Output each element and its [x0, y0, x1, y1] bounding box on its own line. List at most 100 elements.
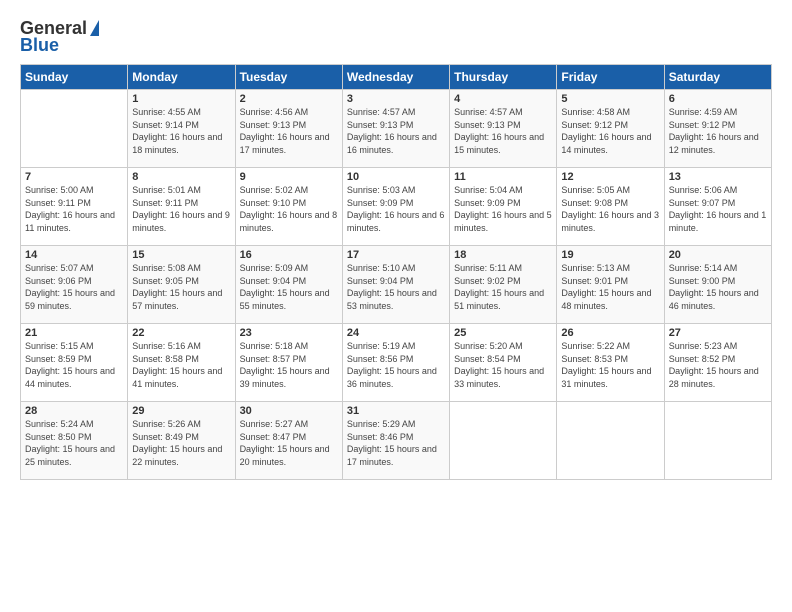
day-header-wednesday: Wednesday: [342, 65, 449, 90]
day-header-saturday: Saturday: [664, 65, 771, 90]
day-number: 7: [25, 171, 123, 183]
day-number: 16: [240, 249, 338, 261]
calendar-cell: [21, 90, 128, 168]
day-number: 3: [347, 93, 445, 105]
day-info: Sunrise: 5:08 AMSunset: 9:05 PMDaylight:…: [132, 262, 230, 312]
day-info: Sunrise: 5:11 AMSunset: 9:02 PMDaylight:…: [454, 262, 552, 312]
calendar-cell: 10Sunrise: 5:03 AMSunset: 9:09 PMDayligh…: [342, 168, 449, 246]
day-info: Sunrise: 5:22 AMSunset: 8:53 PMDaylight:…: [561, 340, 659, 390]
day-info: Sunrise: 4:57 AMSunset: 9:13 PMDaylight:…: [347, 106, 445, 156]
day-info: Sunrise: 5:01 AMSunset: 9:11 PMDaylight:…: [132, 184, 230, 234]
logo-triangle-icon: [90, 20, 99, 36]
day-info: Sunrise: 5:04 AMSunset: 9:09 PMDaylight:…: [454, 184, 552, 234]
calendar-cell: 11Sunrise: 5:04 AMSunset: 9:09 PMDayligh…: [450, 168, 557, 246]
day-number: 20: [669, 249, 767, 261]
calendar-cell: 29Sunrise: 5:26 AMSunset: 8:49 PMDayligh…: [128, 402, 235, 480]
day-number: 26: [561, 327, 659, 339]
day-number: 22: [132, 327, 230, 339]
calendar-cell: 6Sunrise: 4:59 AMSunset: 9:12 PMDaylight…: [664, 90, 771, 168]
day-number: 24: [347, 327, 445, 339]
calendar-cell: 30Sunrise: 5:27 AMSunset: 8:47 PMDayligh…: [235, 402, 342, 480]
day-number: 14: [25, 249, 123, 261]
calendar-cell: 20Sunrise: 5:14 AMSunset: 9:00 PMDayligh…: [664, 246, 771, 324]
day-number: 29: [132, 405, 230, 417]
day-info: Sunrise: 5:10 AMSunset: 9:04 PMDaylight:…: [347, 262, 445, 312]
calendar-cell: 25Sunrise: 5:20 AMSunset: 8:54 PMDayligh…: [450, 324, 557, 402]
day-info: Sunrise: 5:23 AMSunset: 8:52 PMDaylight:…: [669, 340, 767, 390]
day-info: Sunrise: 4:58 AMSunset: 9:12 PMDaylight:…: [561, 106, 659, 156]
logo: General Blue: [20, 18, 99, 56]
calendar-cell: 16Sunrise: 5:09 AMSunset: 9:04 PMDayligh…: [235, 246, 342, 324]
day-info: Sunrise: 5:29 AMSunset: 8:46 PMDaylight:…: [347, 418, 445, 468]
calendar-cell: 1Sunrise: 4:55 AMSunset: 9:14 PMDaylight…: [128, 90, 235, 168]
calendar-cell: 12Sunrise: 5:05 AMSunset: 9:08 PMDayligh…: [557, 168, 664, 246]
calendar-table: SundayMondayTuesdayWednesdayThursdayFrid…: [20, 64, 772, 480]
day-info: Sunrise: 5:09 AMSunset: 9:04 PMDaylight:…: [240, 262, 338, 312]
calendar-cell: [557, 402, 664, 480]
day-info: Sunrise: 5:26 AMSunset: 8:49 PMDaylight:…: [132, 418, 230, 468]
day-info: Sunrise: 4:56 AMSunset: 9:13 PMDaylight:…: [240, 106, 338, 156]
day-number: 25: [454, 327, 552, 339]
calendar-cell: 2Sunrise: 4:56 AMSunset: 9:13 PMDaylight…: [235, 90, 342, 168]
day-info: Sunrise: 5:05 AMSunset: 9:08 PMDaylight:…: [561, 184, 659, 234]
logo-blue: Blue: [20, 35, 59, 56]
day-number: 6: [669, 93, 767, 105]
day-number: 13: [669, 171, 767, 183]
day-number: 8: [132, 171, 230, 183]
day-info: Sunrise: 5:18 AMSunset: 8:57 PMDaylight:…: [240, 340, 338, 390]
calendar-cell: 19Sunrise: 5:13 AMSunset: 9:01 PMDayligh…: [557, 246, 664, 324]
week-row-2: 7Sunrise: 5:00 AMSunset: 9:11 PMDaylight…: [21, 168, 772, 246]
day-info: Sunrise: 4:57 AMSunset: 9:13 PMDaylight:…: [454, 106, 552, 156]
calendar-cell: 24Sunrise: 5:19 AMSunset: 8:56 PMDayligh…: [342, 324, 449, 402]
calendar-cell: 15Sunrise: 5:08 AMSunset: 9:05 PMDayligh…: [128, 246, 235, 324]
day-header-thursday: Thursday: [450, 65, 557, 90]
calendar-cell: 22Sunrise: 5:16 AMSunset: 8:58 PMDayligh…: [128, 324, 235, 402]
day-info: Sunrise: 5:19 AMSunset: 8:56 PMDaylight:…: [347, 340, 445, 390]
calendar-cell: 21Sunrise: 5:15 AMSunset: 8:59 PMDayligh…: [21, 324, 128, 402]
day-number: 17: [347, 249, 445, 261]
calendar-cell: 9Sunrise: 5:02 AMSunset: 9:10 PMDaylight…: [235, 168, 342, 246]
week-row-5: 28Sunrise: 5:24 AMSunset: 8:50 PMDayligh…: [21, 402, 772, 480]
day-info: Sunrise: 5:13 AMSunset: 9:01 PMDaylight:…: [561, 262, 659, 312]
day-info: Sunrise: 4:55 AMSunset: 9:14 PMDaylight:…: [132, 106, 230, 156]
calendar-cell: 14Sunrise: 5:07 AMSunset: 9:06 PMDayligh…: [21, 246, 128, 324]
day-info: Sunrise: 4:59 AMSunset: 9:12 PMDaylight:…: [669, 106, 767, 156]
calendar-cell: 18Sunrise: 5:11 AMSunset: 9:02 PMDayligh…: [450, 246, 557, 324]
calendar-cell: 8Sunrise: 5:01 AMSunset: 9:11 PMDaylight…: [128, 168, 235, 246]
day-header-tuesday: Tuesday: [235, 65, 342, 90]
day-header-monday: Monday: [128, 65, 235, 90]
calendar-cell: 7Sunrise: 5:00 AMSunset: 9:11 PMDaylight…: [21, 168, 128, 246]
day-header-sunday: Sunday: [21, 65, 128, 90]
calendar-cell: 4Sunrise: 4:57 AMSunset: 9:13 PMDaylight…: [450, 90, 557, 168]
calendar-cell: 26Sunrise: 5:22 AMSunset: 8:53 PMDayligh…: [557, 324, 664, 402]
week-row-4: 21Sunrise: 5:15 AMSunset: 8:59 PMDayligh…: [21, 324, 772, 402]
calendar-cell: [450, 402, 557, 480]
day-number: 12: [561, 171, 659, 183]
day-number: 27: [669, 327, 767, 339]
day-number: 28: [25, 405, 123, 417]
day-info: Sunrise: 5:07 AMSunset: 9:06 PMDaylight:…: [25, 262, 123, 312]
day-info: Sunrise: 5:03 AMSunset: 9:09 PMDaylight:…: [347, 184, 445, 234]
calendar-cell: [664, 402, 771, 480]
day-info: Sunrise: 5:02 AMSunset: 9:10 PMDaylight:…: [240, 184, 338, 234]
day-info: Sunrise: 5:16 AMSunset: 8:58 PMDaylight:…: [132, 340, 230, 390]
day-info: Sunrise: 5:06 AMSunset: 9:07 PMDaylight:…: [669, 184, 767, 234]
day-number: 21: [25, 327, 123, 339]
week-row-1: 1Sunrise: 4:55 AMSunset: 9:14 PMDaylight…: [21, 90, 772, 168]
calendar-cell: 23Sunrise: 5:18 AMSunset: 8:57 PMDayligh…: [235, 324, 342, 402]
day-number: 5: [561, 93, 659, 105]
calendar-cell: 13Sunrise: 5:06 AMSunset: 9:07 PMDayligh…: [664, 168, 771, 246]
day-number: 31: [347, 405, 445, 417]
day-number: 19: [561, 249, 659, 261]
header: General Blue: [20, 18, 772, 56]
day-number: 9: [240, 171, 338, 183]
day-number: 18: [454, 249, 552, 261]
calendar-cell: 28Sunrise: 5:24 AMSunset: 8:50 PMDayligh…: [21, 402, 128, 480]
calendar-cell: 5Sunrise: 4:58 AMSunset: 9:12 PMDaylight…: [557, 90, 664, 168]
page: General Blue SundayMondayTuesdayWednesda…: [0, 0, 792, 612]
day-info: Sunrise: 5:15 AMSunset: 8:59 PMDaylight:…: [25, 340, 123, 390]
day-header-friday: Friday: [557, 65, 664, 90]
day-info: Sunrise: 5:27 AMSunset: 8:47 PMDaylight:…: [240, 418, 338, 468]
calendar-cell: 27Sunrise: 5:23 AMSunset: 8:52 PMDayligh…: [664, 324, 771, 402]
day-info: Sunrise: 5:24 AMSunset: 8:50 PMDaylight:…: [25, 418, 123, 468]
